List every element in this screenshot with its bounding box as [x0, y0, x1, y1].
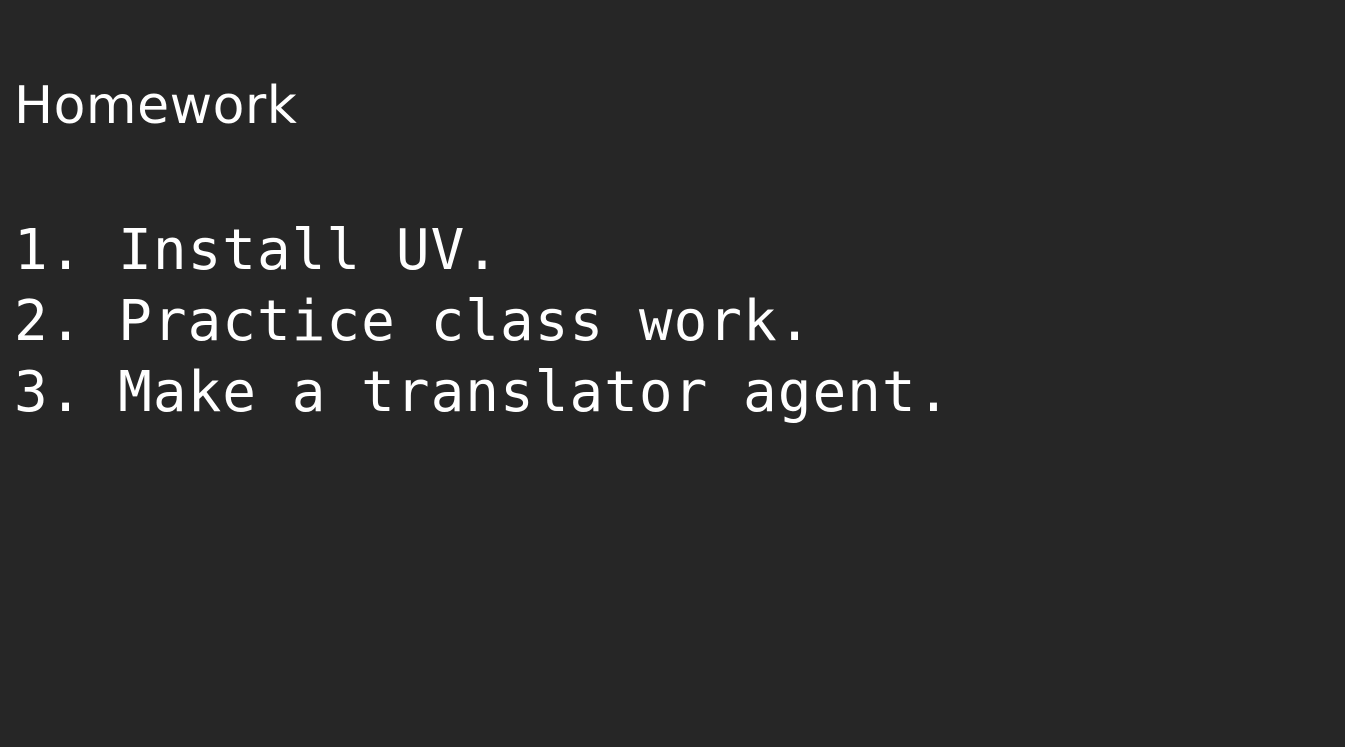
document-heading: Homework	[14, 76, 298, 136]
list-item: 2. Practice class work.	[14, 289, 813, 354]
list-item: 3. Make a translator agent.	[14, 360, 952, 425]
list-item: 1. Install UV.	[14, 218, 501, 283]
text-editor-area[interactable]: Homework 1. Install UV. 2. Practice clas…	[0, 0, 1345, 747]
